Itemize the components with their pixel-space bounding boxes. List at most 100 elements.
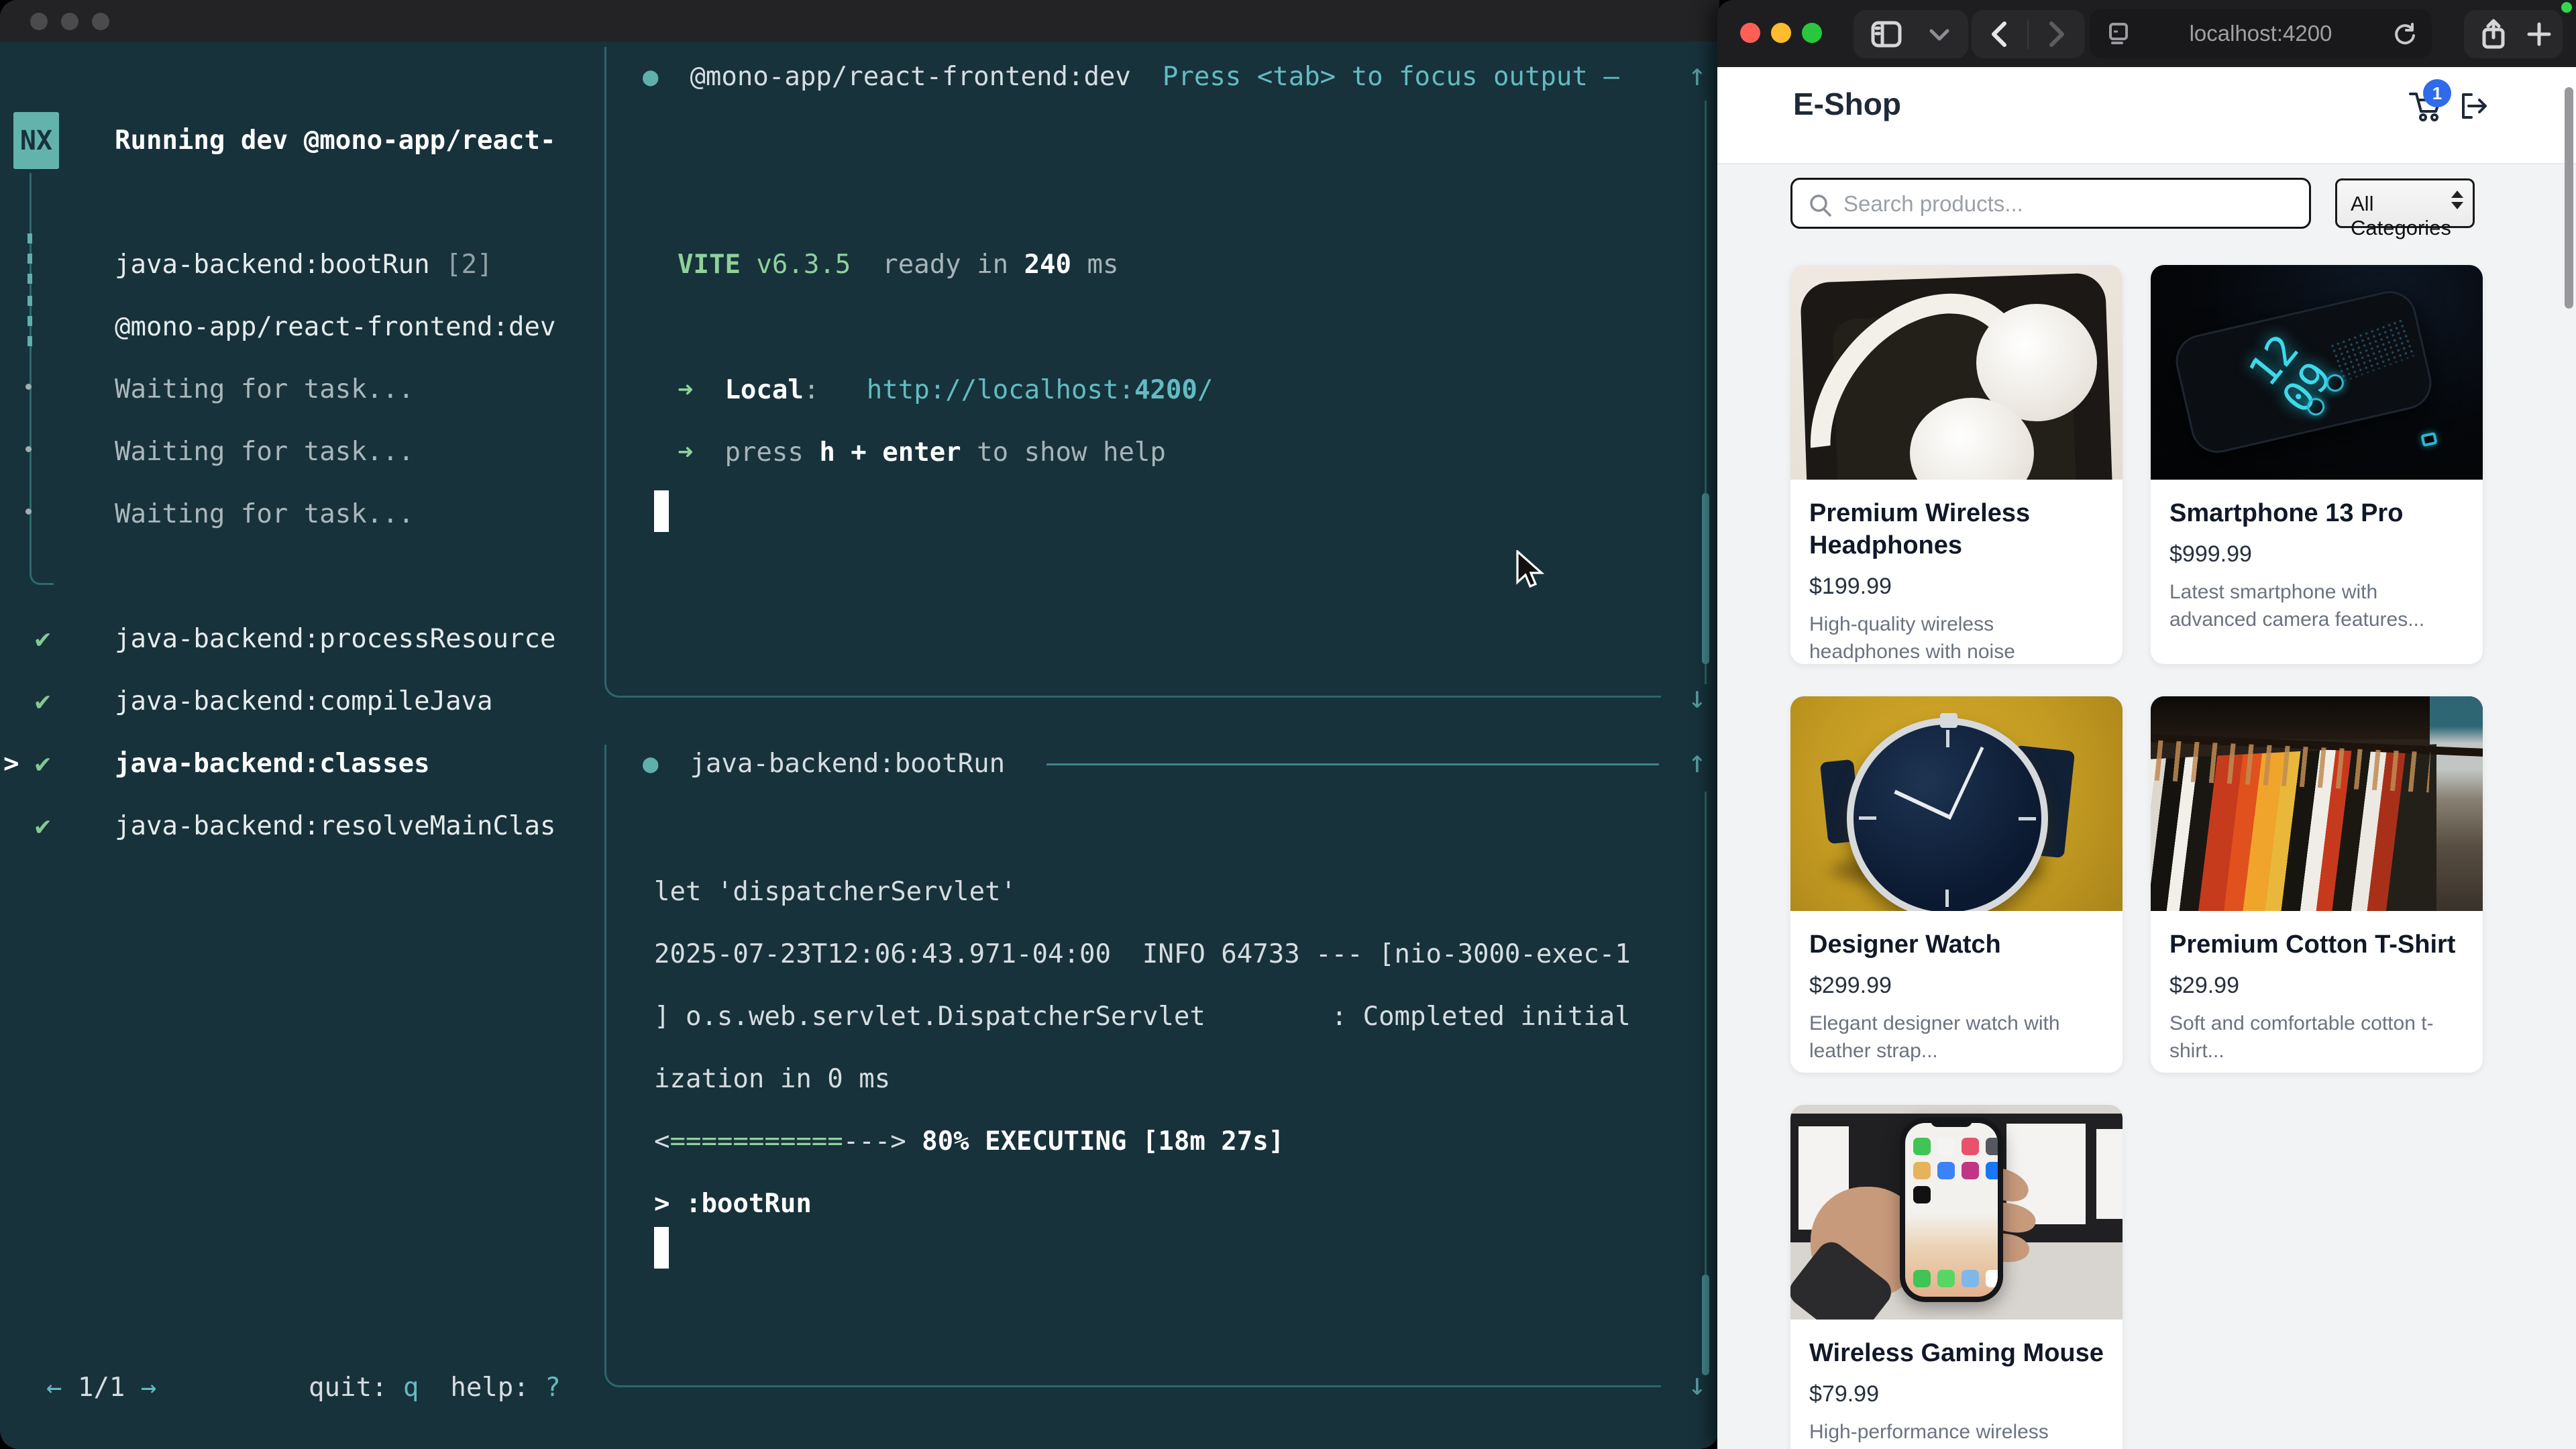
product-image-mouse — [1790, 1105, 2123, 1320]
new-tab-plus-icon[interactable] — [2526, 21, 2553, 48]
scroll-up-icon[interactable]: ↑ — [1688, 56, 1707, 93]
terminal-window: NX Running dev @mono-app/react- java-bac… — [0, 0, 1719, 1449]
panel-frontend-header[interactable]: ● @mono-app/react-frontend:dev Press <ta… — [643, 60, 1619, 95]
product-card[interactable]: 1209 Smartphone 13 Pro $999.99 Latest sm… — [2151, 265, 2483, 664]
nav-divider — [2027, 19, 2029, 49]
sidebar-button-group — [1854, 10, 1968, 58]
task-name: java-backend:bootRun — [115, 250, 430, 280]
waiting-bullet — [25, 446, 32, 452]
product-price: $79.99 — [1809, 1381, 2104, 1407]
held-phone-art — [1900, 1118, 2002, 1302]
output-panel-frontend[interactable] — [604, 47, 1661, 698]
sidebar-task-processresource[interactable]: java-backend:processResource — [115, 622, 555, 657]
terminal-minimize-button[interactable] — [61, 13, 78, 30]
panel-bootrun-scroll-thumb[interactable] — [1702, 1275, 1709, 1375]
product-title[interactable]: Premium Wireless Headphones — [1809, 497, 2104, 561]
logout-icon[interactable] — [2458, 91, 2490, 121]
page-scrollbar-thumb[interactable] — [2565, 87, 2573, 309]
cart-count-badge: 1 — [2423, 79, 2451, 107]
pager-prev-icon[interactable]: ← — [46, 1373, 62, 1403]
gradle-progress-line: <===========---> 80% EXECUTING [18m 27s] — [654, 1124, 1284, 1159]
terminal-zoom-button[interactable] — [92, 13, 109, 30]
search-input[interactable]: Search products... — [1790, 178, 2311, 229]
panel-bootrun-header[interactable]: ● java-backend:bootRun — [643, 747, 1005, 782]
url-text[interactable]: localhost:4200 — [2090, 21, 2432, 46]
waiting-task-row: Waiting for task... — [115, 372, 414, 407]
action-button-group — [2464, 10, 2563, 58]
check-icon: ✔ — [35, 622, 50, 657]
panel-frontend-scroll-thumb[interactable] — [1702, 493, 1709, 664]
bootrun-log-line: let 'dispatcherServlet' — [654, 875, 1016, 910]
task-tree-corner — [30, 566, 54, 585]
watch-face-art — [1847, 718, 2048, 911]
check-icon: ✔ — [35, 809, 50, 844]
terminal-keybar: quit: q help: ? — [309, 1371, 561, 1405]
screen-indicator-dot — [2561, 2, 2572, 13]
task-tree-dot — [28, 233, 32, 244]
help-label: help: — [450, 1373, 529, 1403]
bootrun-log-line: ization in 0 ms — [654, 1062, 890, 1097]
forward-icon[interactable] — [2048, 21, 2065, 48]
vite-help-line: ➜ press h + enter to show help — [678, 435, 1166, 470]
product-title[interactable]: Wireless Gaming Mouse — [1809, 1337, 2104, 1369]
eshop-brand[interactable]: E-Shop — [1793, 86, 1901, 122]
gradle-task-line: > :bootRun — [654, 1187, 812, 1222]
sidebar-task-compilejava[interactable]: java-backend:compileJava — [115, 684, 493, 719]
panel-bootrun-header-rule — [1046, 763, 1659, 765]
mouse-cursor — [1515, 550, 1544, 590]
product-title[interactable]: Designer Watch — [1809, 928, 2104, 961]
terminal-titlebar[interactable] — [0, 0, 1719, 42]
task-tree-dot — [28, 296, 32, 306]
sidebar-task-classes-selected[interactable]: java-backend:classes — [115, 747, 430, 782]
category-select[interactable]: All Categories — [2335, 178, 2475, 228]
product-title[interactable]: Premium Cotton T-Shirt — [2169, 928, 2464, 961]
safari-minimize-button[interactable] — [1771, 23, 1791, 43]
quit-key: q — [403, 1373, 419, 1403]
sidebar-toggle-icon[interactable] — [1871, 21, 1902, 48]
select-spinner-icon — [2451, 191, 2463, 209]
waiting-task-row: Waiting for task... — [115, 435, 414, 470]
back-icon[interactable] — [1990, 21, 2008, 48]
safari-zoom-button[interactable] — [1802, 23, 1822, 43]
eshop-page: E-Shop 1 Search products... All Categori… — [1717, 67, 2576, 1449]
safari-close-button[interactable] — [1740, 23, 1760, 43]
product-image-tshirts — [2151, 696, 2483, 911]
product-title[interactable]: Smartphone 13 Pro — [2169, 497, 2464, 529]
product-image-smartphone: 1209 — [2151, 265, 2483, 480]
phone-icon-art — [2420, 432, 2437, 447]
help-key: ? — [545, 1373, 560, 1403]
search-placeholder: Search products... — [1843, 191, 2023, 217]
chevron-down-icon[interactable] — [1929, 28, 1950, 42]
share-icon[interactable] — [2480, 19, 2507, 50]
product-card[interactable]: Designer Watch $299.99 Elegant designer … — [1790, 696, 2123, 1073]
product-description: High-quality wireless headphones with no… — [1809, 610, 2104, 664]
product-card[interactable]: Premium Wireless Headphones $199.99 High… — [1790, 265, 2123, 664]
task-tree-dot — [28, 336, 32, 346]
sidebar-task-frontend-dev[interactable]: @mono-app/react-frontend:dev — [115, 310, 555, 345]
terminal-cursor — [654, 1227, 669, 1269]
reload-icon[interactable] — [2393, 21, 2417, 46]
quit-label: quit: — [309, 1373, 387, 1403]
pager-next-icon[interactable]: → — [141, 1373, 156, 1403]
terminal-close-button[interactable] — [30, 13, 48, 30]
vite-local-url-line[interactable]: ➜ Local: http://localhost:4200/ — [678, 373, 1213, 408]
product-price: $29.99 — [2169, 973, 2464, 999]
scroll-up-icon[interactable]: ↑ — [1688, 743, 1707, 780]
address-bar[interactable]: localhost:4200 — [2090, 9, 2432, 58]
task-tree-dot — [28, 274, 32, 284]
product-card[interactable]: Premium Cotton T-Shirt $29.99 Soft and c… — [2151, 696, 2483, 1073]
sidebar-task-bootrun[interactable]: java-backend:bootRun [2] — [115, 248, 493, 282]
product-description: Soft and comfortable cotton t-shirt... — [2169, 1010, 2464, 1065]
product-price: $999.99 — [2169, 541, 2464, 568]
scroll-down-icon[interactable]: ↓ — [1688, 679, 1707, 715]
product-description: Latest smartphone with advanced camera f… — [2169, 578, 2464, 633]
safari-window: localhost:4200 E-Shop 1 Search products.… — [1717, 0, 2576, 1449]
sidebar-task-resolvemainclas[interactable]: java-backend:resolveMainClas — [115, 809, 555, 844]
check-icon: ✔ — [35, 747, 50, 782]
phone-body-art: 1209 — [2170, 286, 2436, 458]
safari-toolbar[interactable]: localhost:4200 — [1717, 0, 2576, 67]
bootrun-log-line: 2025-07-23T12:06:43.971-04:00 INFO 64733… — [654, 937, 1631, 972]
product-card[interactable]: Wireless Gaming Mouse $79.99 High-perfor… — [1790, 1105, 2123, 1449]
waiting-bullet — [25, 508, 32, 515]
task-pager[interactable]: ← 1/1 → — [46, 1371, 156, 1405]
